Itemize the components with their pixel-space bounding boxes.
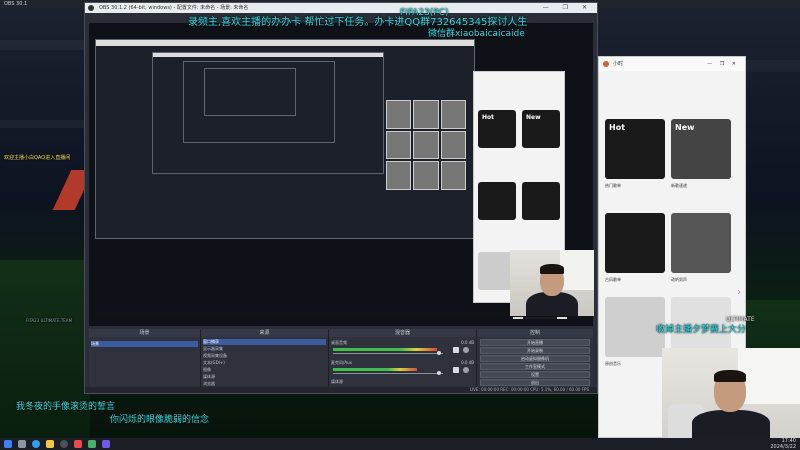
gear-icon[interactable]: [463, 367, 469, 373]
volume-slider[interactable]: [333, 353, 443, 354]
mixer-dock: 混音器 桌面音频 0.0 dB 麦克风/Aux 0.0 dB 媒体源: [329, 329, 477, 393]
source-item[interactable]: 图像: [203, 367, 326, 373]
obs-status-bar: LIVE: 00:00:00 REC: 00:00:00 CPU: 5.1%, …: [85, 387, 597, 393]
mixer-dock-title: 混音器: [329, 329, 476, 337]
start-icon[interactable]: [4, 440, 12, 448]
source-item[interactable]: 文本(GDI+): [203, 360, 326, 366]
window-light: [560, 250, 594, 290]
folder-icon[interactable]: [46, 440, 54, 448]
right-overlay-badge: ULTIMATE: [726, 316, 755, 323]
source-item[interactable]: 窗口捕获: [203, 339, 326, 345]
studio-mode-button[interactable]: 工作室模式: [480, 363, 590, 370]
stream-marquee-2: 微信群xiaobaicaicaide: [428, 29, 525, 39]
playlist-card[interactable]: [605, 213, 665, 273]
nested-card-3: [478, 182, 516, 220]
obs-taskbar-icon[interactable]: [60, 440, 68, 448]
scene-item[interactable]: 场景: [91, 341, 198, 347]
start-streaming-button[interactable]: 开始直播: [480, 339, 590, 346]
search-icon[interactable]: [18, 440, 26, 448]
app-logo-icon: [603, 61, 609, 67]
obs-window-controls[interactable]: — ❐ ✕: [543, 3, 593, 13]
scenes-dock: 场景 场景: [89, 329, 201, 393]
webcam-overlay: [510, 250, 594, 316]
audio-meter: [333, 348, 437, 351]
gear-icon[interactable]: [463, 347, 469, 353]
game-label: FIFA23 ULTIMATE TEAM: [26, 318, 73, 323]
volume-knob[interactable]: [437, 371, 441, 375]
start-recording-button[interactable]: 开始录制: [480, 347, 590, 354]
tray-clock[interactable]: 17:40 2024/3/22: [770, 438, 796, 450]
chevron-right-icon[interactable]: ›: [737, 287, 741, 298]
right-overlay-text: 收掉主播夕梦赛上大分: [656, 325, 747, 335]
lyrics-line-1: 我冬夜的手像滚烫的誓言: [16, 402, 116, 412]
settings-button[interactable]: 设置: [480, 371, 590, 378]
volume-slider[interactable]: [333, 373, 443, 374]
app-taskbar-icon[interactable]: [102, 440, 110, 448]
webcam-main: [662, 348, 800, 438]
taskbar: 17:40 2024/3/22: [0, 438, 800, 450]
source-item[interactable]: 显示器采集: [203, 346, 326, 352]
welcome-message: 欢迎主播小白QAQ进入直播间: [4, 155, 71, 161]
audio-meter: [333, 368, 417, 371]
controls-dock: 控制 开始直播 开始录制 启动虚拟摄像机 工作室模式 设置 退出: [477, 329, 593, 393]
window-light: [738, 348, 800, 404]
playlist-card[interactable]: Hot: [605, 119, 665, 179]
nested-card-2: New: [522, 110, 560, 148]
nested-obs-capture-4: [204, 68, 296, 116]
playlist-card[interactable]: [671, 213, 731, 273]
playlist-caption[interactable]: 新歌速递: [671, 183, 731, 189]
volume-knob[interactable]: [437, 351, 441, 355]
source-item[interactable]: 视频采集设备: [203, 353, 326, 359]
music-app-titlebar: 小时 — ❐ ✕: [599, 57, 745, 71]
edge-icon[interactable]: [32, 440, 40, 448]
sources-dock-title: 来源: [201, 329, 328, 337]
tray-date: 2024/3/22: [770, 444, 796, 450]
nested-obs-capture-1: [95, 39, 475, 239]
lyrics-line-2: 你闪烁的眼像脆弱的信念: [110, 415, 210, 425]
obs-title: OBS 30.1.2 (64-bit, windows) - 配置文件: 未命名…: [85, 3, 597, 13]
virtual-camera-button[interactable]: 启动虚拟摄像机: [480, 355, 590, 362]
speaker-icon[interactable]: [453, 367, 459, 373]
nested-thumb-grid: [386, 100, 466, 190]
sources-dock: 来源 窗口捕获 显示器采集 视频采集设备 文本(GDI+) 图像 媒体源 浏览器: [201, 329, 329, 393]
scenes-dock-title: 场景: [89, 329, 200, 337]
playlist-caption[interactable]: 热门歌单: [605, 183, 665, 189]
playlist-caption[interactable]: 古风歌单: [605, 277, 665, 283]
speaker-icon[interactable]: [453, 347, 459, 353]
playlist-card[interactable]: New: [671, 119, 731, 179]
music-app-window-controls[interactable]: — ❐ ✕: [707, 57, 739, 71]
music-taskbar-icon[interactable]: [74, 440, 82, 448]
nested-card-1: Hot: [478, 110, 516, 148]
obs-docks: 场景 场景 来源 窗口捕获 显示器采集 视频采集设备 文本(GDI+) 图像 媒…: [89, 329, 593, 393]
nested-card-4: [522, 182, 560, 220]
playlist-caption[interactable]: 动听男声: [671, 277, 731, 283]
playlist-caption[interactable]: 原创音乐: [605, 361, 665, 367]
mixer-channel-db: 0.0 dB: [461, 360, 474, 365]
app-taskbar-icon[interactable]: [88, 440, 96, 448]
exit-button[interactable]: 退出: [480, 379, 590, 386]
mixer-channel-db: 0.0 dB: [461, 340, 474, 345]
mixer-channel-name: 媒体源: [331, 379, 343, 384]
nested-obs-capture-3: [183, 61, 335, 143]
source-item[interactable]: 媒体源: [203, 374, 326, 380]
obs-logo-icon: [88, 5, 94, 11]
nested-obs-capture-2: [152, 52, 384, 174]
music-app-title: 小时: [613, 61, 624, 67]
obs-window: OBS 30.1.2 (64-bit, windows) - 配置文件: 未命名…: [84, 2, 598, 394]
controls-dock-title: 控制: [477, 329, 593, 337]
